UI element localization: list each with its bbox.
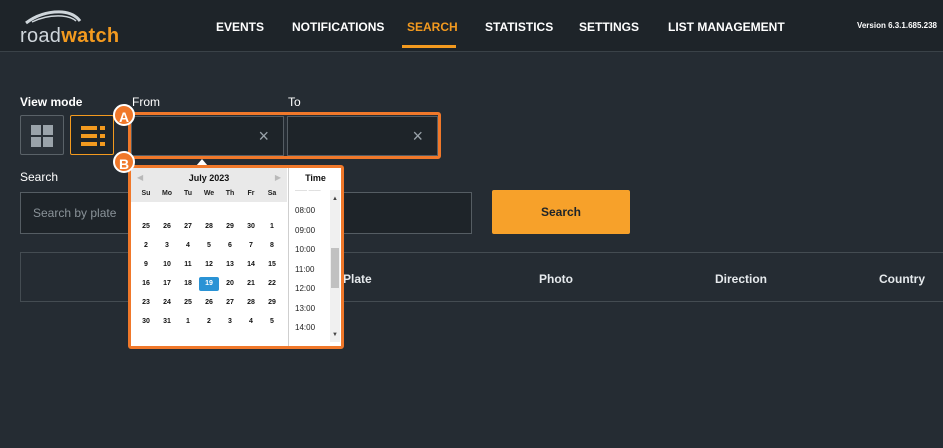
time-option[interactable]: 14:00 (295, 323, 315, 332)
calendar-day[interactable]: 18 (178, 277, 198, 291)
calendar-day[interactable]: 27 (220, 296, 240, 310)
weekday-header: Su Mo Tu We Th Fr Sa (131, 188, 287, 202)
calendar-day[interactable]: 4 (178, 239, 198, 253)
weekday-label: Sa (267, 190, 277, 197)
calendar-day[interactable]: 11 (178, 258, 198, 272)
time-option[interactable]: 11:00 (295, 265, 314, 274)
scroll-up-icon[interactable]: ▲ (332, 196, 338, 202)
calendar-day[interactable]: 26 (199, 296, 219, 310)
time-list: Time —— —— 08:00 09:00 10:00 11:00 12:00 13:0… (288, 168, 341, 346)
calendar-day[interactable]: 1 (178, 315, 198, 329)
calendar-day[interactable]: 25 (178, 296, 198, 310)
list-view-button[interactable] (70, 115, 114, 155)
calendar-day[interactable]: 29 (220, 220, 240, 234)
callout-badge-b: B (113, 151, 135, 173)
time-scrollbar[interactable]: ▲ ▼ (330, 190, 340, 342)
time-option[interactable]: 09:00 (295, 226, 315, 235)
calendar-day[interactable]: 16 (136, 277, 156, 291)
from-label: From (132, 95, 160, 109)
calendar-day[interactable]: 22 (262, 277, 282, 291)
weekday-label: Su (141, 190, 151, 197)
time-option[interactable]: 10:00 (295, 245, 315, 254)
calendar-day[interactable]: 17 (157, 277, 177, 291)
calendar-day[interactable]: 1 (262, 220, 282, 234)
calendar-day[interactable]: 30 (136, 315, 156, 329)
calendar-day[interactable]: 5 (262, 315, 282, 329)
weekday-label: We (203, 190, 215, 197)
nav-statistics[interactable]: STATISTICS (485, 20, 553, 34)
column-photo[interactable]: Photo (539, 272, 573, 286)
calendar-day[interactable]: 24 (157, 296, 177, 310)
search-label: Search (20, 170, 59, 184)
active-nav-indicator (402, 45, 456, 48)
calendar-day[interactable]: 2 (136, 239, 156, 253)
time-option[interactable]: 12:00 (295, 284, 315, 293)
time-header: Time (305, 173, 326, 183)
column-direction[interactable]: Direction (715, 272, 767, 286)
search-button[interactable]: Search (492, 190, 630, 234)
column-country[interactable]: Country (879, 272, 925, 286)
calendar-day[interactable]: 9 (136, 258, 156, 272)
nav-events[interactable]: EVENTS (216, 20, 264, 34)
calendar-day[interactable]: 4 (241, 315, 261, 329)
nav-list-management[interactable]: LIST MANAGEMENT (668, 20, 785, 34)
calendar-day[interactable]: 12 (199, 258, 219, 272)
nav-settings[interactable]: SETTINGS (579, 20, 639, 34)
calendar-day[interactable]: 2 (199, 315, 219, 329)
time-overflow: —— —— (295, 188, 321, 194)
weekday-label: Tu (183, 190, 193, 197)
grid-view-icon (31, 125, 53, 147)
calendar-day[interactable]: 5 (199, 239, 219, 253)
calendar-header: ◀ July 2023 ▶ (131, 168, 287, 188)
time-option[interactable]: 08:00 (295, 206, 315, 215)
time-option[interactable]: 13:00 (295, 304, 315, 313)
column-plate[interactable]: Plate (343, 272, 372, 286)
calendar-day[interactable]: 23 (136, 296, 156, 310)
calendar-month-title: July 2023 (188, 173, 230, 183)
calendar-day[interactable]: 30 (241, 220, 261, 234)
next-month-icon[interactable]: ▶ (275, 173, 281, 182)
top-navigation-bar: roadwatch EVENTS NOTIFICATIONS SEARCH ST… (0, 0, 943, 52)
calendar-day[interactable]: 25 (136, 220, 156, 234)
version-label: Version 6.3.1.685.238 (856, 21, 937, 30)
calendar-day[interactable]: 26 (157, 220, 177, 234)
calendar-day[interactable]: 13 (220, 258, 240, 272)
calendar-day[interactable]: 7 (241, 239, 261, 253)
calendar-day[interactable]: 3 (220, 315, 240, 329)
calendar-day[interactable]: 28 (199, 220, 219, 234)
callout-badge-a: A (113, 104, 135, 126)
calendar-day[interactable]: 31 (157, 315, 177, 329)
calendar: ◀ July 2023 ▶ Su Mo Tu We Th Fr Sa 25 26 27 28 29 3… (131, 168, 287, 346)
calendar-day[interactable]: 6 (220, 239, 240, 253)
roadwatch-logo[interactable]: roadwatch (20, 9, 130, 47)
calendar-day[interactable]: 8 (262, 239, 282, 253)
nav-notifications[interactable]: NOTIFICATIONS (292, 20, 384, 34)
calendar-day[interactable]: 19 (199, 277, 219, 291)
weekday-label: Fr (247, 190, 255, 197)
calendar-day[interactable]: 15 (262, 258, 282, 272)
calendar-day[interactable]: 14 (241, 258, 261, 272)
calendar-day[interactable]: 27 (178, 220, 198, 234)
callout-a-highlight (128, 112, 441, 159)
list-view-icon (81, 126, 105, 146)
to-label: To (288, 95, 301, 109)
weekday-label: Mo (161, 190, 173, 197)
nav-search[interactable]: SEARCH (407, 20, 458, 34)
view-mode-label: View mode (20, 95, 83, 109)
scroll-down-icon[interactable]: ▼ (332, 332, 338, 338)
calendar-day[interactable]: 29 (262, 296, 282, 310)
weekday-label: Th (225, 190, 235, 197)
calendar-day[interactable]: 10 (157, 258, 177, 272)
car-roof-icon (25, 10, 82, 25)
calendar-day[interactable]: 20 (220, 277, 240, 291)
scroll-thumb[interactable] (331, 248, 339, 288)
calendar-day[interactable]: 21 (241, 277, 261, 291)
datepicker-popup: ◀ July 2023 ▶ Su Mo Tu We Th Fr Sa 25 26 27 28 29 3… (128, 165, 344, 349)
calendar-day[interactable]: 28 (241, 296, 261, 310)
logo-text: roadwatch (20, 25, 120, 47)
calendar-day[interactable]: 3 (157, 239, 177, 253)
grid-view-button[interactable] (20, 115, 64, 155)
